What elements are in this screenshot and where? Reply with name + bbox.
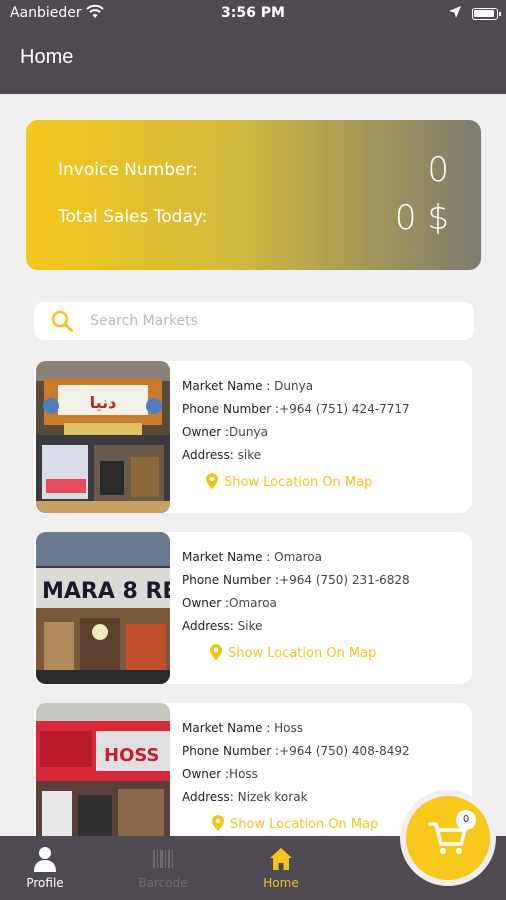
market-info: Market Name : Hoss Phone Number :+964 (7… <box>182 721 410 813</box>
map-pin-icon <box>206 473 218 489</box>
market-photo: HOSS <box>36 703 170 855</box>
owner-value: Omaroa <box>229 596 277 610</box>
search-input[interactable] <box>90 308 460 334</box>
phone-label: Phone Number : <box>182 573 280 587</box>
home-icon <box>270 848 292 870</box>
owner-value: Hoss <box>229 767 258 781</box>
nav-home[interactable]: Home <box>236 846 326 890</box>
location-arrow-icon <box>449 6 461 18</box>
map-pin-icon <box>212 815 224 831</box>
shop-sign-text: دنيا <box>90 393 117 412</box>
sales-summary-card: Invoice Number: 0 Total Sales Today: 0 $ <box>26 120 481 270</box>
battery-icon <box>472 8 501 20</box>
show-location-label: Show Location On Map <box>224 475 373 490</box>
show-location-link[interactable]: Show Location On Map <box>210 644 376 661</box>
address-label: Address: <box>182 790 238 804</box>
nav-barcode[interactable]: Barcode <box>118 846 208 890</box>
address-value: Sike <box>237 619 263 633</box>
cart-button[interactable]: 0 <box>406 796 490 880</box>
nav-home-label: Home <box>263 876 299 890</box>
phone-value: +964 (751) 424-7717 <box>279 402 410 416</box>
owner-label: Owner : <box>182 425 230 439</box>
owner-label: Owner : <box>182 767 230 781</box>
invoice-number-value: 0 <box>427 150 449 190</box>
market-name-label: Market Name : <box>182 721 275 735</box>
map-pin-icon <box>210 644 222 660</box>
market-info: Market Name : Dunya Phone Number :+964 (… <box>182 379 410 471</box>
nav-barcode-label: Barcode <box>138 876 188 890</box>
market-photo: دنيا <box>36 361 170 513</box>
market-name-label: Market Name : <box>182 550 275 564</box>
market-card[interactable]: MARA 8 RE Market Name : Omaroa Phone Num… <box>34 532 472 684</box>
phone-value: +964 (750) 231-6828 <box>279 573 410 587</box>
address-label: Address: <box>182 619 238 633</box>
show-location-label: Show Location On Map <box>230 817 379 832</box>
search-bar[interactable] <box>34 302 474 340</box>
owner-value: Dunya <box>229 425 268 439</box>
phone-value: +964 (750) 408-8492 <box>279 744 410 758</box>
market-name-value: Omaroa <box>274 550 322 564</box>
barcode-icon <box>153 850 173 868</box>
clock: 3:56 PM <box>221 5 285 21</box>
show-location-link[interactable]: Show Location On Map <box>206 473 372 490</box>
market-info: Market Name : Omaroa Phone Number :+964 … <box>182 550 410 642</box>
market-card[interactable]: دنيا Market Name : Dunya Phone Number :+… <box>34 361 472 513</box>
show-location-label: Show Location On Map <box>228 646 377 661</box>
address-value: sike <box>237 448 262 462</box>
shop-sign-text: HOSS <box>104 745 160 766</box>
market-name-value: Hoss <box>274 721 304 735</box>
owner-label: Owner : <box>182 596 230 610</box>
market-name-value: Dunya <box>274 379 314 393</box>
show-location-link[interactable]: Show Location On Map <box>212 815 378 832</box>
phone-label: Phone Number : <box>182 744 280 758</box>
total-sales-value: 0 $ <box>394 198 449 238</box>
phone-label: Phone Number : <box>182 402 280 416</box>
address-label: Address: <box>182 448 238 462</box>
search-icon <box>51 310 73 332</box>
nav-profile[interactable]: Profile <box>0 846 90 890</box>
nav-profile-label: Profile <box>26 876 64 890</box>
total-sales-label: Total Sales Today: <box>58 207 208 227</box>
status-bar: Aanbieder 3:56 PM <box>0 0 506 28</box>
market-name-label: Market Name : <box>182 379 275 393</box>
app-bar: Home <box>0 28 506 94</box>
market-photo: MARA 8 RE <box>36 532 170 684</box>
person-icon <box>34 847 56 872</box>
shop-sign-text: MARA 8 RE <box>42 579 170 604</box>
invoice-number-label: Invoice Number: <box>58 160 198 180</box>
page-title: Home <box>20 46 74 68</box>
address-value: Nizek korak <box>237 790 308 804</box>
cart-count-badge: 0 <box>456 810 476 830</box>
